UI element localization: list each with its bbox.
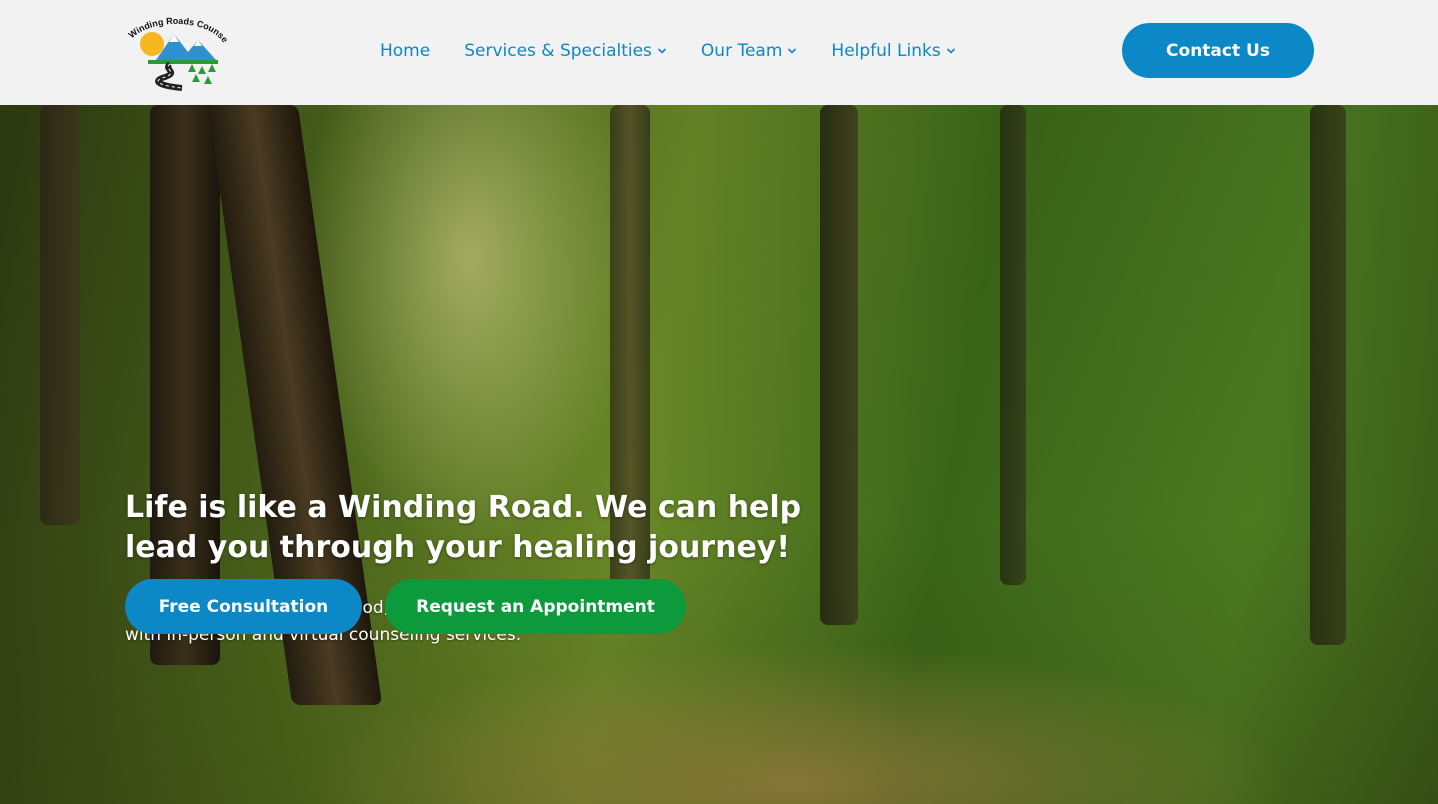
chevron-down-icon (657, 48, 666, 54)
hero-section: Life is like a Winding Road. We can help… (0, 105, 1438, 804)
nav-item-home[interactable]: Home (380, 41, 430, 61)
nav-item-helpful-links[interactable]: Helpful Links (831, 41, 955, 61)
nav-item-label: Home (380, 41, 431, 61)
site-header: Winding Roads Counseling Home Services &… (0, 0, 1438, 105)
chevron-down-icon (788, 48, 797, 54)
nav-item-services[interactable]: Services & Specialties (464, 41, 667, 61)
logo[interactable]: Winding Roads Counseling (119, 4, 234, 92)
main-nav: Home Services & Specialties Our Team Hel… (380, 36, 990, 66)
nav-item-label: Helpful Links (831, 41, 941, 61)
free-consultation-button[interactable]: Free Consultation (125, 579, 362, 634)
chevron-down-icon (946, 48, 955, 54)
nav-item-label: Services & Specialties (464, 41, 652, 61)
hero-title: Life is like a Winding Road. We can help… (125, 490, 802, 565)
tree-trunk-decoration (1000, 105, 1026, 585)
tree-trunk-decoration (1310, 105, 1346, 645)
nav-item-our-team[interactable]: Our Team (701, 41, 797, 61)
nav-item-label: Our Team (700, 41, 783, 61)
logo-image: Winding Roads Counseling (119, 4, 230, 91)
contact-us-button[interactable]: Contact Us (1122, 23, 1314, 78)
request-appointment-button[interactable]: Request an Appointment (385, 579, 686, 634)
tree-trunk-decoration (40, 105, 80, 525)
